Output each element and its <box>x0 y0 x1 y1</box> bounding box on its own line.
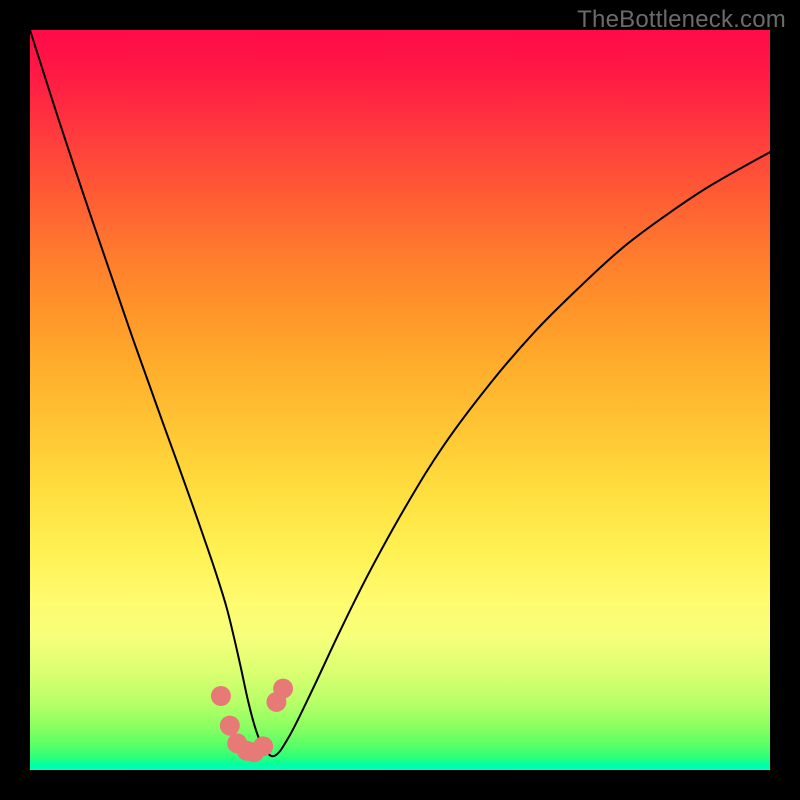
highlight-dot <box>220 716 240 736</box>
highlight-dot <box>273 679 293 699</box>
highlight-dot <box>211 686 231 706</box>
bottleneck-curve <box>30 30 770 756</box>
highlight-dot <box>253 736 273 756</box>
bottleneck-curve-svg <box>0 0 800 800</box>
